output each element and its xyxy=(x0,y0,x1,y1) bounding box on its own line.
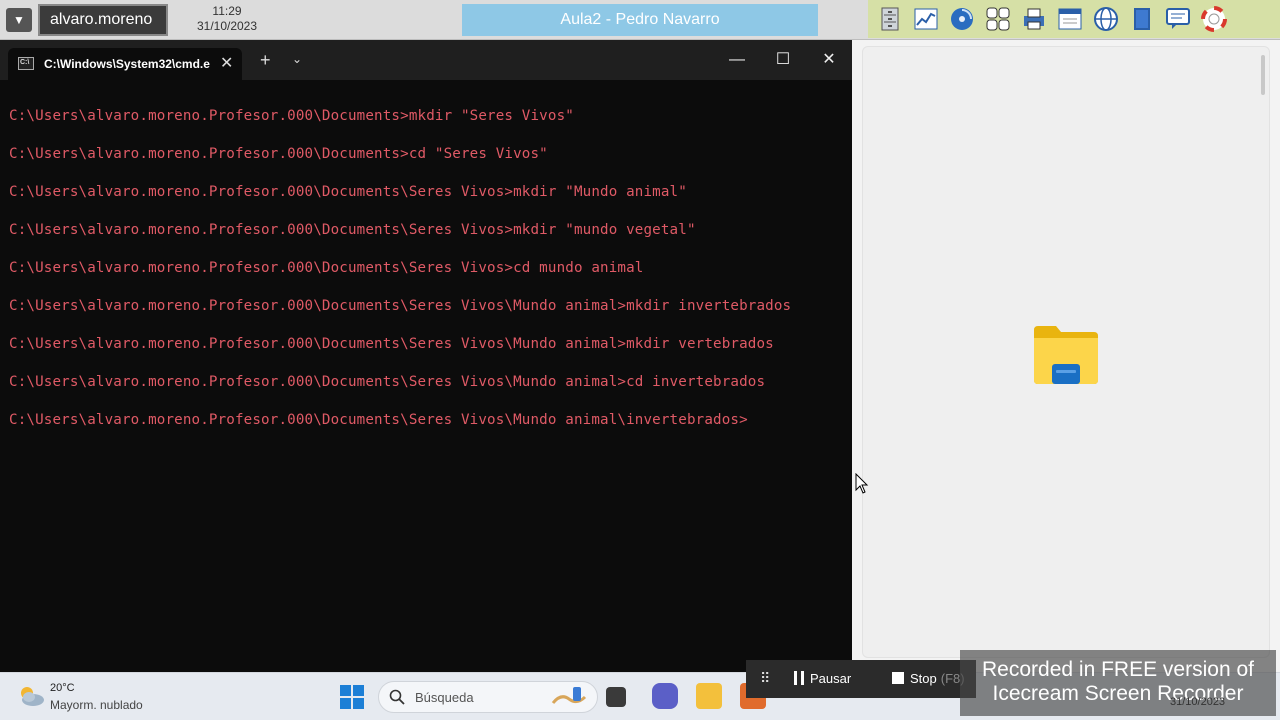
stop-label: Stop xyxy=(910,671,937,686)
chevron-down-icon[interactable]: ⌄ xyxy=(292,52,302,66)
cmd-titlebar[interactable]: C:\ C:\Windows\System32\cmd.e ✕ + ⌄ — ☐ … xyxy=(0,40,852,80)
cmd-tab-title: C:\Windows\System32\cmd.e xyxy=(44,57,210,71)
close-button[interactable]: ✕ xyxy=(814,48,844,72)
folder-icon[interactable] xyxy=(1034,326,1098,384)
book-icon[interactable] xyxy=(1126,3,1158,35)
task-view-icon[interactable] xyxy=(606,687,626,707)
search-icon xyxy=(389,689,405,705)
user-name-field[interactable]: alvaro.moreno xyxy=(38,4,168,36)
watermark-line-1: Recorded in FREE version of xyxy=(982,658,1254,681)
recorder-watermark: Recorded in FREE version of Icecream Scr… xyxy=(960,650,1276,716)
session-toolbar xyxy=(868,0,1280,38)
terminal-icon: C:\ xyxy=(18,57,34,70)
recorder-controls: ⠿ Pausar Stop (F8) xyxy=(746,660,976,698)
tab-close-icon[interactable]: ✕ xyxy=(220,53,233,73)
remote-session-bar: ▼ alvaro.moreno 11:29 31/10/2023 Aula2 -… xyxy=(0,0,1280,40)
drawer-icon[interactable] xyxy=(874,3,906,35)
cmd-line: C:\Users\alvaro.moreno.Profesor.000\Docu… xyxy=(9,184,687,200)
clock-time: 11:29 xyxy=(212,4,242,18)
cloud-sun-icon[interactable] xyxy=(16,683,46,709)
printer-icon[interactable] xyxy=(1018,3,1050,35)
taskbar-search[interactable]: Búsqueda xyxy=(378,681,598,713)
teams-icon[interactable] xyxy=(652,683,678,709)
chart-icon[interactable] xyxy=(910,3,942,35)
pause-icon xyxy=(794,671,804,685)
new-tab-button[interactable]: + xyxy=(260,50,271,71)
watermark-line-2: Icecream Screen Recorder xyxy=(992,682,1244,705)
scrollbar[interactable] xyxy=(1261,55,1265,95)
stop-button[interactable]: Stop (F8) xyxy=(892,671,965,686)
menu-arrow-icon[interactable]: ▼ xyxy=(6,8,32,32)
windows-start-icon[interactable] xyxy=(340,685,364,709)
minimize-button[interactable]: — xyxy=(722,48,752,72)
pause-label: Pausar xyxy=(810,671,852,686)
cmd-line: C:\Users\alvaro.moreno.Profesor.000\Docu… xyxy=(9,336,774,352)
disc-icon[interactable] xyxy=(946,3,978,35)
clock-date: 31/10/2023 xyxy=(196,19,258,33)
desktop: ▼ alvaro.moreno 11:29 31/10/2023 Aula2 -… xyxy=(0,0,1280,720)
weather-temperature[interactable]: 20°C xyxy=(50,682,75,694)
maximize-button[interactable]: ☐ xyxy=(768,48,798,72)
weather-description[interactable]: Mayorm. nublado xyxy=(50,698,143,712)
mouse-cursor-icon xyxy=(855,473,869,494)
cmd-prompt-line[interactable]: C:\Users\alvaro.moreno.Profesor.000\Docu… xyxy=(9,406,791,444)
file-explorer-icon[interactable] xyxy=(696,683,722,709)
search-highlight-icon xyxy=(551,687,587,704)
globe-icon[interactable] xyxy=(1090,3,1122,35)
session-title: Aula2 - Pedro Navarro xyxy=(462,4,818,36)
cmd-output[interactable]: C:\Users\alvaro.moreno.Profesor.000\Docu… xyxy=(9,102,791,444)
cmd-line: C:\Users\alvaro.moreno.Profesor.000\Docu… xyxy=(9,260,644,276)
cmd-line: C:\Users\alvaro.moreno.Profesor.000\Docu… xyxy=(9,298,792,314)
cmd-line: C:\Users\alvaro.moreno.Profesor.000\Docu… xyxy=(9,374,766,390)
session-clock: 11:29 31/10/2023 xyxy=(180,4,274,34)
cmd-line: C:\Users\alvaro.moreno.Profesor.000\Docu… xyxy=(9,108,574,124)
stop-icon xyxy=(892,672,904,684)
pause-button[interactable]: Pausar xyxy=(794,671,851,686)
window-icon[interactable] xyxy=(1054,3,1086,35)
keyboard-icon[interactable] xyxy=(982,3,1014,35)
chat-icon[interactable] xyxy=(1162,3,1194,35)
tray-date[interactable]: 31/10/2023 xyxy=(1170,696,1225,708)
cmd-line: C:\Users\alvaro.moreno.Profesor.000\Docu… xyxy=(9,222,696,238)
cmd-window: C:\ C:\Windows\System32\cmd.e ✕ + ⌄ — ☐ … xyxy=(0,40,852,672)
cmd-tab[interactable]: C:\ C:\Windows\System32\cmd.e ✕ xyxy=(8,48,242,80)
drag-handle-icon[interactable]: ⠿ xyxy=(760,670,770,687)
lifebuoy-icon[interactable] xyxy=(1198,3,1230,35)
search-placeholder: Búsqueda xyxy=(415,690,474,705)
cmd-line: C:\Users\alvaro.moreno.Profesor.000\Docu… xyxy=(9,146,548,162)
